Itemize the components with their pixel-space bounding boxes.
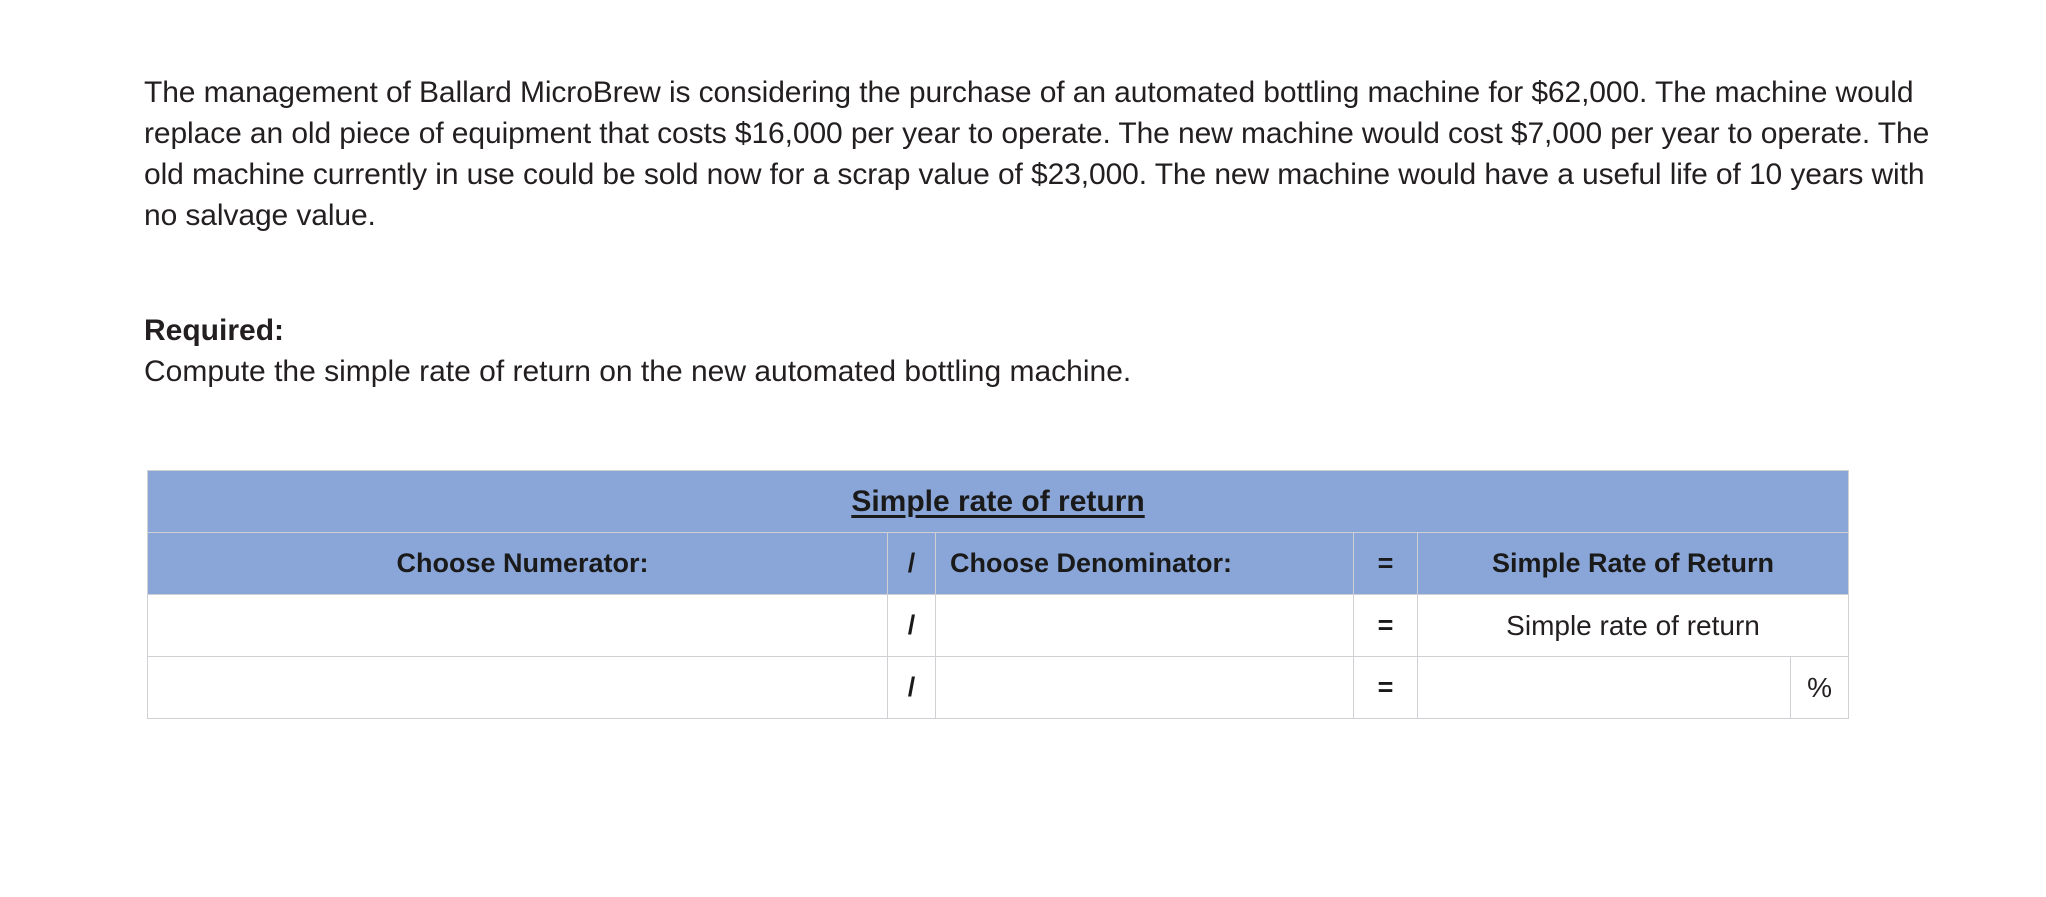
header-simple-rate-of-return: Simple Rate of Return [1416,532,1850,595]
simple-rate-of-return-table-wrapper: Simple rate of return Choose Numerator: … [146,470,1850,719]
denominator-input-row1[interactable] [936,595,1353,656]
header-choose-denominator: Choose Denominator: [935,532,1354,595]
table-title-row: Simple rate of return [146,470,1850,533]
equals-symbol-row1: = [1353,594,1418,657]
required-block: Required: Compute the simple rate of ret… [144,310,1644,392]
percent-symbol-row2: % [1789,656,1850,719]
table-title-text: Simple rate of return [851,484,1145,518]
numerator-input-cell-row2[interactable] [147,656,888,719]
required-label: Required: [144,314,285,347]
table-header-row: Choose Numerator: / Choose Denominator: … [147,532,1850,595]
result-label-row1: Simple rate of return [1416,594,1850,657]
problem-statement-text: The management of Ballard MicroBrew is c… [144,76,1930,232]
table-row: / = % [147,656,1850,719]
header-divide-symbol: / [887,532,936,595]
problem-statement-block: The management of Ballard MicroBrew is c… [144,72,1944,236]
result-input-cell-row2[interactable] [1417,656,1791,719]
divide-symbol-row2: / [887,656,936,719]
simple-rate-of-return-table: Simple rate of return Choose Numerator: … [146,470,1850,719]
header-choose-numerator: Choose Numerator: [147,532,888,595]
table-title-cell: Simple rate of return [146,470,1850,533]
numerator-input-row2[interactable] [148,657,887,718]
numerator-input-cell-row1[interactable] [147,594,888,657]
divide-symbol-row1: / [887,594,936,657]
simple-rate-of-return-input[interactable] [1418,657,1790,718]
denominator-input-cell-row1[interactable] [935,594,1354,657]
equals-symbol-row2: = [1353,656,1418,719]
denominator-input-cell-row2[interactable] [935,656,1354,719]
denominator-input-row2[interactable] [936,657,1353,718]
table-row: / = Simple rate of return [147,594,1850,657]
header-equals-symbol: = [1353,532,1418,595]
required-instruction-text: Compute the simple rate of return on the… [144,355,1132,388]
worksheet-page: The management of Ballard MicroBrew is c… [0,0,2046,897]
numerator-input-row1[interactable] [148,595,887,656]
